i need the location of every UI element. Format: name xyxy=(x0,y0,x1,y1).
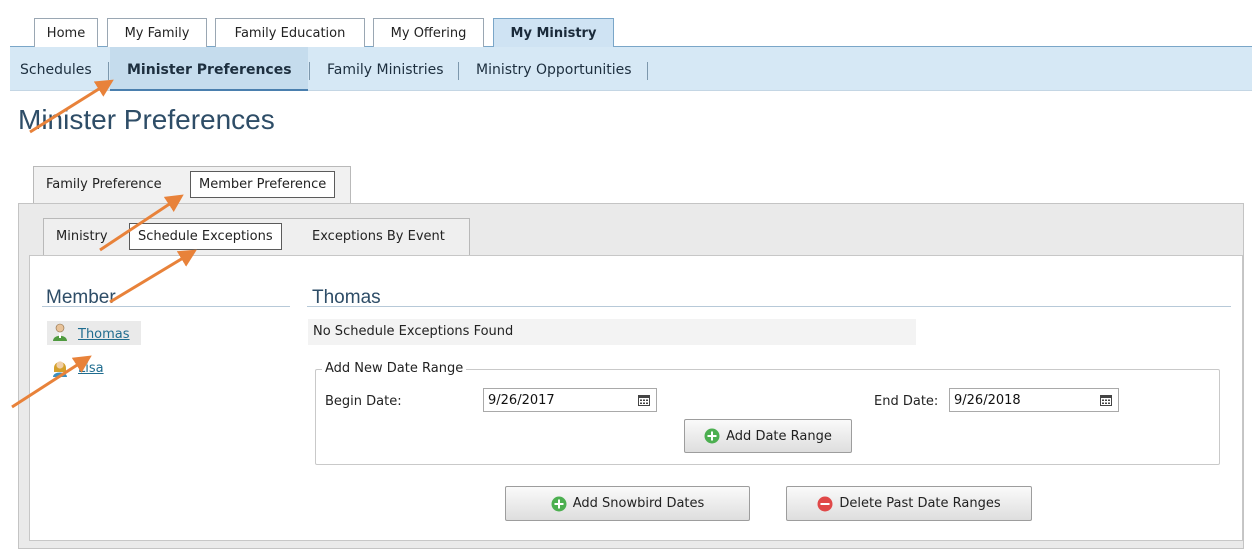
begin-date-input[interactable] xyxy=(483,388,657,412)
tab-family-preference[interactable]: Family Preference xyxy=(46,177,162,192)
detail-header-rule xyxy=(307,306,1231,307)
tab-my-ministry[interactable]: My Ministry xyxy=(493,18,614,47)
subnav-ministry-opportunities[interactable]: Ministry Opportunities xyxy=(476,62,632,78)
end-date-input[interactable] xyxy=(949,388,1119,412)
tab-schedule-exceptions[interactable]: Schedule Exceptions xyxy=(129,223,282,250)
delete-past-date-ranges-button[interactable]: Delete Past Date Ranges xyxy=(786,486,1032,521)
add-icon xyxy=(551,496,567,511)
female-user-icon xyxy=(53,361,67,377)
add-icon xyxy=(704,428,720,444)
tab-family-education[interactable]: Family Education xyxy=(215,18,365,47)
tab-my-offering[interactable]: My Offering xyxy=(373,18,484,47)
subnav-separator xyxy=(108,62,109,80)
subnav-schedules[interactable]: Schedules xyxy=(20,62,92,78)
member-link-lisa[interactable]: Lisa xyxy=(78,361,104,376)
end-date-label: End Date: xyxy=(874,394,939,409)
subnav-separator xyxy=(309,62,310,80)
tab-member-preference[interactable]: Member Preference xyxy=(190,171,336,198)
add-snowbird-dates-button[interactable]: Add Snowbird Dates xyxy=(505,486,750,521)
add-snowbird-dates-label: Add Snowbird Dates xyxy=(572,496,705,511)
subnav-separator xyxy=(458,62,459,80)
tab-my-family[interactable]: My Family xyxy=(107,18,207,47)
member-link-thomas[interactable]: Thomas xyxy=(78,327,130,342)
delete-past-date-ranges-label: Delete Past Date Ranges xyxy=(839,496,1001,511)
member-header-rule xyxy=(42,306,290,307)
tab-ministry[interactable]: Ministry xyxy=(56,229,108,244)
tab-home[interactable]: Home xyxy=(34,18,98,47)
subnav-family-ministries[interactable]: Family Ministries xyxy=(327,62,444,78)
subnav-minister-preferences[interactable]: Minister Preferences xyxy=(127,62,292,78)
page-title: Minister Preferences xyxy=(18,104,275,135)
male-user-icon xyxy=(53,323,67,341)
calendar-icon[interactable] xyxy=(638,394,650,406)
date-range-legend: Add New Date Range xyxy=(322,361,467,376)
begin-date-label: Begin Date: xyxy=(325,394,402,409)
add-date-range-label: Add Date Range xyxy=(726,428,832,444)
no-exceptions-message: No Schedule Exceptions Found xyxy=(313,324,514,339)
subnav-separator xyxy=(647,62,648,80)
calendar-icon[interactable] xyxy=(1100,394,1112,406)
tab-exceptions-by-event[interactable]: Exceptions By Event xyxy=(312,229,445,244)
add-date-range-button[interactable]: Add Date Range xyxy=(684,419,852,453)
delete-icon xyxy=(817,496,833,511)
